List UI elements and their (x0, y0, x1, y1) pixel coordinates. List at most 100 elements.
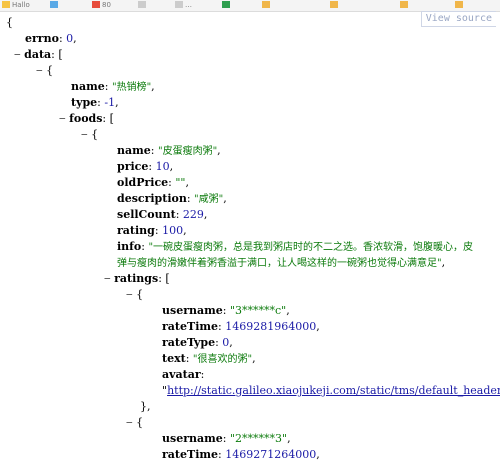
json-key: avatar (162, 368, 201, 381)
json-row-sellcount: sellCount: 229, (117, 208, 208, 221)
view-source-link[interactable]: View source (420, 11, 496, 27)
bookmark-item[interactable] (330, 1, 338, 9)
json-string: "" (175, 176, 186, 189)
collapse-toggle[interactable]: − (14, 48, 21, 61)
json-key: errno (25, 32, 59, 45)
json-row-ratetype: rateType: 0, (162, 336, 233, 349)
json-row-description: description: "咸粥", (117, 192, 227, 205)
bookmark-favicon-icon (175, 1, 183, 8)
bracket: [ (165, 272, 170, 285)
bookmark-label: Hallo (12, 1, 30, 9)
collapse-toggle[interactable]: − (36, 64, 43, 77)
folder-icon (330, 1, 338, 8)
json-row-foods: − foods: [ (59, 112, 114, 125)
json-string: 弹与瘦肉的滑嫩伴着粥香溢于满口，让人喝这样的一碗粥也觉得心满意足" (117, 258, 442, 269)
bookmark-item[interactable]: 80 (92, 1, 111, 9)
json-key: foods (69, 112, 103, 125)
json-row-name: name: "热销榜", (71, 80, 155, 93)
json-row-rating2-open: − { (126, 415, 143, 431)
json-key: data (24, 48, 52, 61)
json-url-link[interactable]: http://static.galileo.xiaojukeji.com/sta… (167, 384, 500, 397)
json-row-avatar: avatar: (162, 368, 205, 381)
json-key: info (117, 240, 142, 253)
json-row-username: username: "3******c", (162, 304, 290, 317)
json-string: "很喜欢的粥" (192, 354, 253, 365)
bracket: [ (109, 112, 114, 125)
json-key: text (162, 352, 186, 365)
json-key: rateTime (162, 448, 219, 461)
json-key: rating (117, 224, 155, 237)
json-row-food-open: − { (81, 127, 98, 143)
json-key: price (117, 160, 149, 173)
folder-icon (400, 1, 408, 8)
json-row-text: text: "很喜欢的粥", (162, 352, 256, 365)
json-number: 229 (182, 208, 204, 221)
json-row-rating-close: }, (140, 400, 151, 413)
json-key: type (71, 96, 98, 109)
json-row-ratings: − ratings: [ (104, 272, 170, 285)
json-row-ratetime: rateTime: 1469281964000, (162, 320, 320, 333)
json-string: "3******c" (229, 304, 287, 317)
bookmark-item[interactable]: Hallo (2, 1, 30, 9)
bookmark-item[interactable]: … (175, 1, 192, 9)
json-row-rating: rating: 100, (117, 224, 187, 237)
brace: { (136, 288, 144, 301)
view-source-label: View source (425, 13, 492, 24)
json-number: 100 (162, 224, 184, 237)
json-number: -1 (104, 96, 116, 109)
bookmark-item[interactable] (50, 1, 58, 9)
json-row-errno: errno: 0, (25, 32, 77, 45)
bookmark-item[interactable] (138, 1, 146, 9)
json-row-data: − data: [ (14, 48, 63, 61)
folder-icon (455, 1, 463, 8)
bracket: [ (58, 48, 63, 61)
brace: { (6, 16, 13, 29)
json-key: username (162, 304, 223, 317)
json-root-open: { (6, 15, 13, 31)
json-key: sellCount (117, 208, 176, 221)
json-row-avatar-url: "http://static.galileo.xiaojukeji.com/st… (162, 383, 500, 399)
json-row-type: type: -1, (71, 96, 119, 109)
bookmark-favicon-icon (138, 1, 146, 8)
collapse-toggle[interactable]: − (126, 416, 133, 429)
json-key: ratings (114, 272, 159, 285)
bookmark-favicon-icon (92, 1, 100, 8)
json-row-rating-open: − { (126, 287, 143, 303)
json-row-info: info: "一碗皮蛋瘦肉粥，总是我到粥店时的不二之选。香浓软滑，饱腹暖心，皮 (117, 240, 474, 253)
json-key: rateTime (162, 320, 219, 333)
collapse-toggle[interactable]: − (126, 288, 133, 301)
json-string: "一碗皮蛋瘦肉粥，总是我到粥店时的不二之选。香浓软滑，饱腹暖心，皮 (148, 242, 474, 253)
json-row-price: price: 10, (117, 160, 174, 173)
collapse-toggle[interactable]: − (104, 272, 111, 285)
bookmark-label: 80 (102, 1, 111, 9)
folder-icon (262, 1, 270, 8)
json-number: 1469281964000 (225, 320, 317, 333)
json-string: "热销榜" (111, 82, 152, 93)
bookmark-item[interactable] (400, 1, 408, 9)
json-row-info-wrap: 弹与瘦肉的滑嫩伴着粥香溢于满口，让人喝这样的一碗粥也觉得心满意足", (117, 256, 446, 269)
json-string: "皮蛋瘦肉粥" (157, 146, 218, 157)
bookmark-favicon-icon (50, 1, 58, 8)
json-string: "咸粥" (194, 194, 224, 205)
bookmark-favicon-icon (2, 1, 10, 8)
bookmark-favicon-icon (222, 1, 230, 8)
json-key: name (71, 80, 105, 93)
bookmark-item[interactable] (455, 1, 463, 9)
json-row-item-open: − { (36, 63, 53, 79)
json-row-username: username: "2******3", (162, 432, 291, 445)
json-row-ratetime: rateTime: 1469271264000, (162, 448, 320, 461)
collapse-toggle[interactable]: − (81, 128, 88, 141)
json-key: name (117, 144, 151, 157)
json-row-oldprice: oldPrice: "", (117, 176, 189, 189)
json-string: "2******3" (229, 432, 288, 445)
bookmark-item[interactable] (222, 1, 230, 9)
bookmark-item[interactable] (262, 1, 270, 9)
bookmark-label: … (185, 1, 192, 9)
json-row-food-name: name: "皮蛋瘦肉粥", (117, 144, 221, 157)
json-number: 1469271264000 (225, 448, 317, 461)
json-key: oldPrice (117, 176, 169, 189)
json-key: username (162, 432, 223, 445)
json-key: description (117, 192, 187, 205)
brace: { (91, 128, 99, 141)
collapse-toggle[interactable]: − (59, 112, 66, 125)
